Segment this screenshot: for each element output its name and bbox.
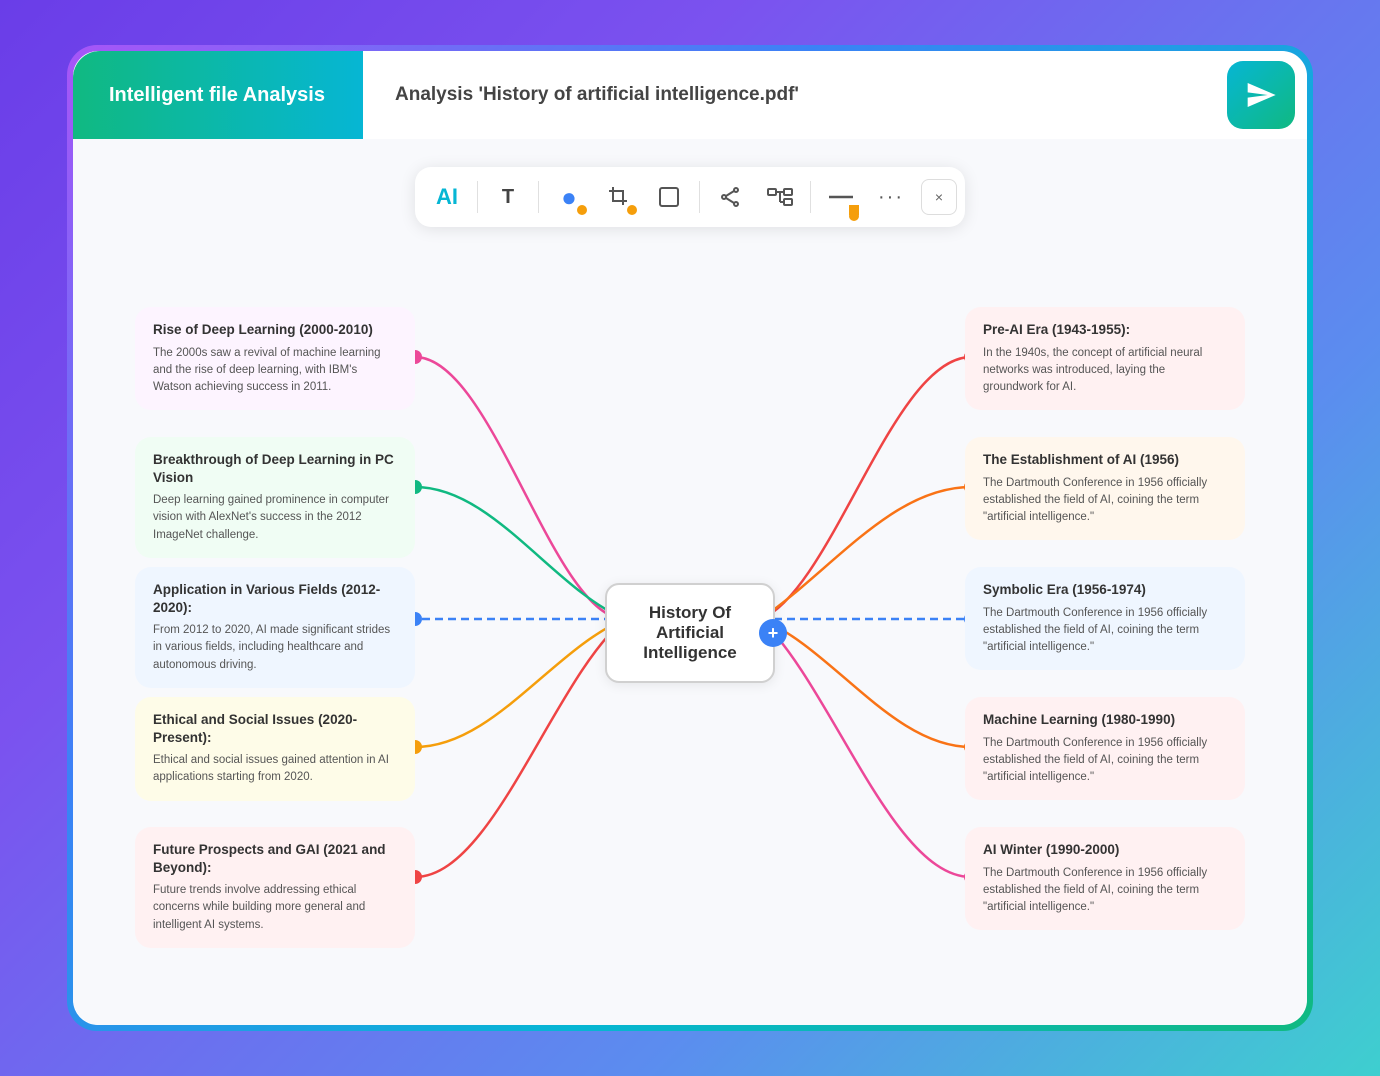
- branch-body-right-5: The Dartmouth Conference in 1956 officia…: [983, 865, 1227, 917]
- branch-body-left-4: Ethical and social issues gained attenti…: [153, 752, 397, 787]
- brand-label: Intelligent file Analysis: [109, 84, 325, 107]
- branch-title-right-4: Machine Learning (1980-1990): [983, 711, 1227, 729]
- share-icon: [718, 185, 742, 209]
- branch-card-right-1[interactable]: Pre-AI Era (1943-1955): In the 1940s, th…: [965, 307, 1245, 410]
- toolbar-text[interactable]: T: [484, 173, 532, 221]
- toolbar-more[interactable]: ···: [867, 173, 915, 221]
- send-icon: [1245, 79, 1277, 111]
- send-button[interactable]: [1227, 61, 1295, 129]
- branch-body-left-2: Deep learning gained prominence in compu…: [153, 492, 397, 544]
- toolbar-divider-3: [699, 181, 700, 213]
- branch-body-right-1: In the 1940s, the concept of artificial …: [983, 345, 1227, 397]
- toolbar-crop[interactable]: [595, 173, 643, 221]
- dot-yellow-2: [627, 205, 637, 215]
- brand-logo: Intelligent file Analysis: [73, 51, 363, 139]
- branch-card-right-4[interactable]: Machine Learning (1980-1990) The Dartmou…: [965, 697, 1245, 800]
- branch-title-left-2: Breakthrough of Deep Learning in PC Visi…: [153, 451, 397, 486]
- toolbar-connect[interactable]: [756, 173, 804, 221]
- branch-card-left-2[interactable]: Breakthrough of Deep Learning in PC Visi…: [135, 437, 415, 558]
- toolbar-circle[interactable]: ●: [545, 173, 593, 221]
- line-icon: [827, 193, 855, 201]
- file-name: 'History of artificial intelligence.pdf': [478, 84, 798, 105]
- toolbar: AI T ●: [415, 167, 965, 227]
- toolbar-divider-4: [810, 181, 811, 213]
- branch-card-right-3[interactable]: Symbolic Era (1956-1974) The Dartmouth C…: [965, 567, 1245, 670]
- content-area: AI T ●: [73, 139, 1307, 1025]
- branch-title-right-5: AI Winter (1990-2000): [983, 841, 1227, 859]
- header: Intelligent file Analysis Analysis 'Hist…: [73, 51, 1307, 139]
- dot-yellow-3: [849, 205, 859, 215]
- branch-body-right-4: The Dartmouth Conference in 1956 officia…: [983, 735, 1227, 787]
- central-node-plus[interactable]: +: [759, 619, 787, 647]
- branch-title-right-2: The Establishment of AI (1956): [983, 451, 1227, 469]
- branch-body-right-2: The Dartmouth Conference in 1956 officia…: [983, 475, 1227, 527]
- toolbar-line[interactable]: [817, 173, 865, 221]
- toolbar-rect[interactable]: [645, 173, 693, 221]
- toolbar-share[interactable]: [706, 173, 754, 221]
- toolbar-ai[interactable]: AI: [423, 173, 471, 221]
- branch-title-left-4: Ethical and Social Issues (2020-Present)…: [153, 711, 397, 746]
- branch-card-left-4[interactable]: Ethical and Social Issues (2020-Present)…: [135, 697, 415, 801]
- branch-title-right-3: Symbolic Era (1956-1974): [983, 581, 1227, 599]
- branch-card-right-2[interactable]: The Establishment of AI (1956) The Dartm…: [965, 437, 1245, 540]
- toolbar-divider-1: [477, 181, 478, 213]
- branch-card-right-5[interactable]: AI Winter (1990-2000) The Dartmouth Conf…: [965, 827, 1245, 930]
- toolbar-close-button[interactable]: ×: [921, 179, 957, 215]
- central-node[interactable]: History Of Artificial Intelligence +: [605, 583, 775, 683]
- crop-icon: [607, 185, 631, 209]
- branch-title-left-3: Application in Various Fields (2012-2020…: [153, 581, 397, 616]
- file-label: Analysis 'History of artificial intellig…: [363, 84, 1227, 106]
- dot-yellow-1: [577, 205, 587, 215]
- connect-icon: [767, 185, 793, 209]
- branch-title-left-5: Future Prospects and GAI (2021 and Beyon…: [153, 841, 397, 876]
- branch-title-left-1: Rise of Deep Learning (2000-2010): [153, 321, 397, 339]
- toolbar-divider-2: [538, 181, 539, 213]
- branch-card-left-1[interactable]: Rise of Deep Learning (2000-2010) The 20…: [135, 307, 415, 410]
- central-node-text: History Of Artificial Intelligence: [643, 603, 737, 662]
- branch-card-left-3[interactable]: Application in Various Fields (2012-2020…: [135, 567, 415, 688]
- branch-body-left-5: Future trends involve addressing ethical…: [153, 882, 397, 934]
- branch-body-left-3: From 2012 to 2020, AI made significant s…: [153, 622, 397, 674]
- branch-body-right-3: The Dartmouth Conference in 1956 officia…: [983, 605, 1227, 657]
- rect-icon: [657, 185, 681, 209]
- branch-body-left-1: The 2000s saw a revival of machine learn…: [153, 345, 397, 397]
- mindmap-canvas: History Of Artificial Intelligence + Ris…: [73, 249, 1307, 1025]
- branch-title-right-1: Pre-AI Era (1943-1955):: [983, 321, 1227, 339]
- close-icon: ×: [935, 189, 943, 205]
- branch-card-left-5[interactable]: Future Prospects and GAI (2021 and Beyon…: [135, 827, 415, 948]
